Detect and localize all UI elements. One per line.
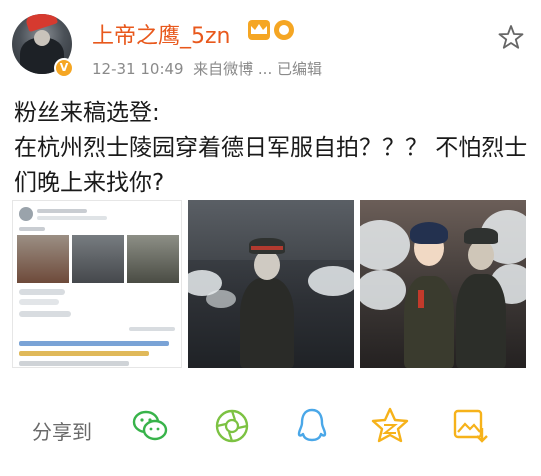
post-timestamp: 12-31 10:49: [92, 60, 184, 78]
qzone-icon[interactable]: [370, 406, 410, 446]
snow-bush: [206, 290, 236, 308]
post-text-line2: 在杭州烈士陵园穿着德日军服自拍？？？ 不怕烈士们晚上来找你?: [14, 135, 528, 196]
qq-icon[interactable]: [292, 406, 332, 446]
mini-photo-thumb: [127, 235, 179, 283]
vip-crown-icon: [248, 20, 270, 40]
photo-1[interactable]: [12, 200, 182, 368]
snow-bush: [360, 270, 406, 310]
mini-text-line: [19, 311, 71, 317]
cap-band: [251, 246, 283, 250]
person-head: [468, 240, 494, 270]
post-source: 来自微博 ... 已编辑: [193, 60, 322, 78]
mini-photo-thumb: [17, 235, 69, 283]
mini-text-line: [129, 327, 175, 331]
cartoon-figure: [404, 276, 454, 368]
snow-bush: [360, 220, 410, 270]
avatar-face: [34, 30, 50, 46]
mini-comment-line: [19, 361, 129, 366]
uniformed-person: [456, 274, 506, 368]
peaked-cap: [464, 228, 498, 244]
mini-photo-thumb: [72, 235, 124, 283]
save-image-icon[interactable]: [450, 406, 490, 446]
uniformed-person: [240, 278, 294, 368]
username[interactable]: 上帝之鹰_5zn: [92, 18, 231, 50]
mini-text-line: [19, 289, 65, 295]
armband: [418, 290, 424, 308]
verified-badge-icon: V: [54, 58, 74, 78]
snow-bush: [308, 266, 354, 296]
mini-text-line: [37, 216, 107, 220]
star-outline-icon[interactable]: [498, 24, 524, 50]
person-head: [254, 250, 280, 280]
mini-avatar: [19, 207, 33, 221]
cartoon-hair: [410, 222, 448, 244]
mini-text-line: [19, 227, 45, 231]
photo-2[interactable]: [188, 200, 354, 368]
share-bar: 分享到: [0, 392, 541, 476]
photo-3[interactable]: [360, 200, 526, 368]
mini-text-line: [19, 299, 59, 305]
moments-icon[interactable]: [212, 406, 252, 446]
mini-comment-line: [19, 341, 169, 346]
post-text-line1: 粉丝来稿选登:: [14, 100, 160, 126]
wechat-icon[interactable]: [130, 406, 170, 446]
mini-comment-line: [19, 351, 149, 356]
mini-text-line: [37, 209, 87, 213]
photo-grid: [12, 200, 526, 368]
medal-icon: [274, 20, 294, 40]
post-text: 粉丝来稿选登: 在杭州烈士陵园穿着德日军服自拍？？？ 不怕烈士们晚上来找你?: [14, 96, 534, 201]
post-header: V 上帝之鹰_5zn 12-31 10:49 来自微博 ... 已编辑: [0, 0, 541, 88]
post-meta: 12-31 10:49 来自微博 ... 已编辑: [92, 58, 322, 79]
share-label: 分享到: [32, 420, 92, 444]
